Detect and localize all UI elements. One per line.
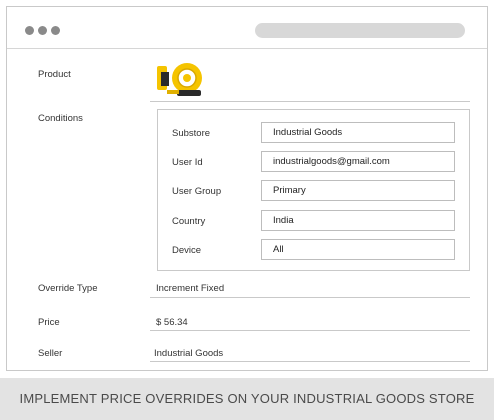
footer-banner: IMPLEMENT PRICE OVERRIDES ON YOUR INDUST… xyxy=(0,378,494,420)
price-label: Price xyxy=(38,317,60,328)
condition-label-substore: Substore xyxy=(172,128,211,139)
product-label: Product xyxy=(38,69,71,80)
footer-caption: IMPLEMENT PRICE OVERRIDES ON YOUR INDUST… xyxy=(19,391,475,406)
user-id-input[interactable]: industrialgoods@gmail.com xyxy=(261,151,455,172)
conditions-label: Conditions xyxy=(38,113,83,124)
override-type-value[interactable]: Increment Fixed xyxy=(156,283,224,294)
country-input[interactable]: India xyxy=(261,210,455,231)
divider xyxy=(150,361,470,362)
substore-input[interactable]: Industrial Goods xyxy=(261,122,455,143)
tape-measure-icon xyxy=(157,63,205,99)
override-type-label: Override Type xyxy=(38,283,98,294)
seller-value[interactable]: Industrial Goods xyxy=(154,348,223,359)
divider xyxy=(150,330,470,331)
condition-label-country: Country xyxy=(172,216,206,227)
divider xyxy=(150,101,470,102)
window-titlebar xyxy=(7,7,487,49)
condition-label-user-group: User Group xyxy=(172,186,222,197)
price-value[interactable]: $ 56.34 xyxy=(156,317,188,328)
window-dot xyxy=(38,26,47,35)
address-bar[interactable] xyxy=(255,23,465,38)
divider xyxy=(150,297,470,298)
condition-label-user-id: User Id xyxy=(172,157,203,168)
user-group-input[interactable]: Primary xyxy=(261,180,455,201)
device-input[interactable]: All xyxy=(261,239,455,260)
window-dot xyxy=(25,26,34,35)
seller-label: Seller xyxy=(38,348,63,359)
condition-label-device: Device xyxy=(172,245,202,256)
window-dot xyxy=(51,26,60,35)
browser-window: Product Conditions Substore Industrial G… xyxy=(6,6,488,371)
conditions-panel: Substore Industrial Goods User Id indust… xyxy=(157,109,470,271)
